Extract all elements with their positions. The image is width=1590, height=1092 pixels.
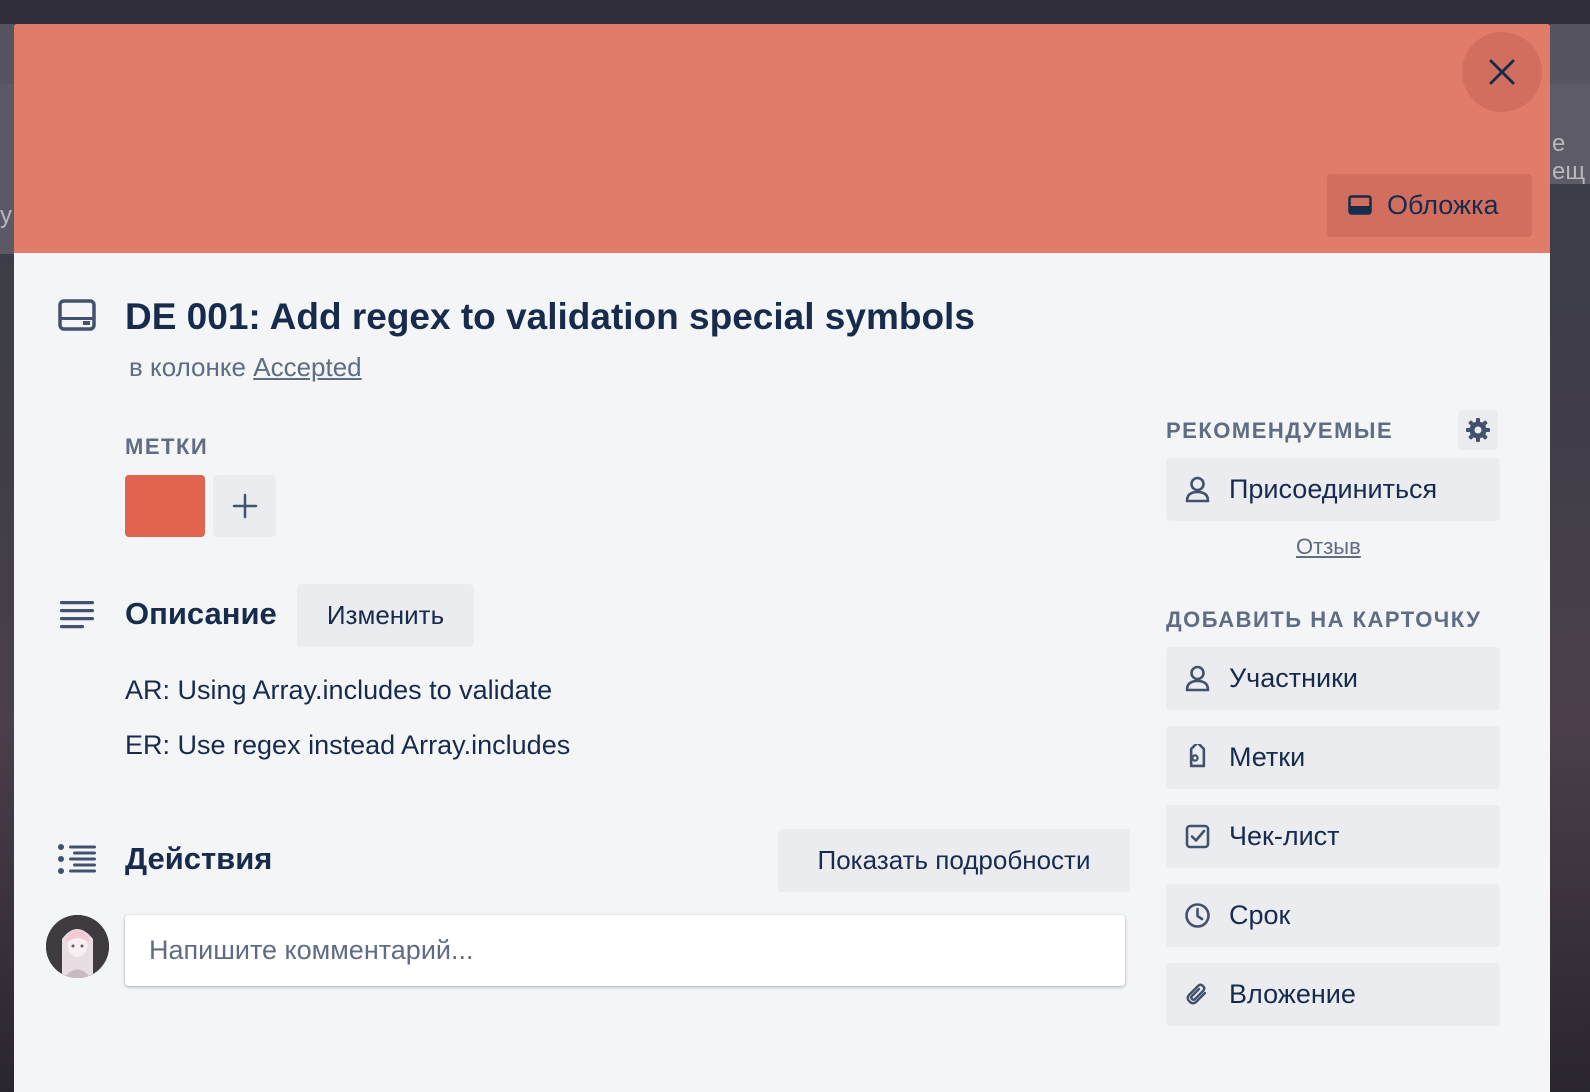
description-heading: Описание: [125, 596, 277, 631]
card-list-info: в колонке Accepted: [129, 352, 362, 383]
checklist-icon: [1185, 824, 1210, 849]
activity-icon: [58, 844, 96, 874]
plus-icon: [232, 493, 257, 519]
board-backdrop-left: [0, 24, 14, 1092]
cover-button-label: Обложка: [1387, 190, 1499, 220]
tag-icon: [1189, 744, 1206, 768]
cover-icon: [1348, 195, 1372, 215]
edit-description-button[interactable]: Изменить: [297, 584, 474, 647]
person-icon: [1185, 665, 1210, 692]
backdrop-text-left: у: [0, 202, 12, 229]
attachment-button[interactable]: Вложение: [1166, 963, 1500, 1026]
add-to-card-heading: Добавить на карточку: [1166, 607, 1482, 632]
in-list-prefix: в колонке: [129, 352, 246, 382]
labels-button-label: Метки: [1229, 742, 1306, 772]
members-button-label: Участники: [1229, 663, 1358, 693]
feedback-link[interactable]: Отзыв: [1296, 534, 1361, 560]
avatar[interactable]: [46, 915, 109, 978]
close-icon: [1489, 59, 1515, 85]
card-title[interactable]: DE 001: Add regex to validation special …: [125, 296, 975, 338]
person-icon: [1185, 476, 1210, 503]
labels-button[interactable]: Метки: [1166, 726, 1500, 789]
board-header-backdrop: [0, 0, 1590, 24]
description-icon: [60, 601, 94, 629]
close-button[interactable]: [1462, 32, 1542, 112]
show-details-button[interactable]: Показать подробности: [778, 829, 1130, 892]
activity-heading: Действия: [125, 841, 273, 876]
card-icon: [58, 299, 96, 331]
list-link[interactable]: Accepted: [253, 352, 361, 382]
checklist-button-label: Чек-лист: [1229, 821, 1340, 851]
description-line-1: AR: Using Array.includes to validate: [125, 675, 553, 705]
cover-button[interactable]: Обложка: [1327, 174, 1532, 237]
add-label-button[interactable]: [213, 475, 276, 537]
backdrop-text-right: е ещ: [1552, 130, 1586, 185]
avatar-image: [46, 915, 109, 978]
label-chip[interactable]: [125, 475, 205, 537]
comment-placeholder: Напишите комментарий...: [149, 935, 474, 965]
suggested-heading: Рекомендуемые: [1166, 418, 1394, 443]
suggested-settings-button[interactable]: [1458, 410, 1498, 450]
paperclip-icon: [1186, 983, 1207, 1005]
due-date-button[interactable]: Срок: [1166, 884, 1500, 947]
comment-input[interactable]: Напишите комментарий...: [125, 915, 1125, 986]
labels-heading: Метки: [125, 434, 209, 459]
description-line-2: ER: Use regex instead Array.includes: [125, 730, 571, 760]
clock-icon: [1185, 903, 1210, 928]
join-button[interactable]: Присоединиться: [1166, 458, 1500, 521]
gear-icon: [1466, 418, 1490, 442]
checklist-button[interactable]: Чек-лист: [1166, 805, 1500, 868]
due-date-button-label: Срок: [1229, 900, 1291, 930]
members-button[interactable]: Участники: [1166, 647, 1500, 710]
card-detail-modal: Обложка DE 001: Add regex to validation …: [14, 24, 1550, 1092]
join-button-label: Присоединиться: [1229, 474, 1438, 504]
card-cover: Обложка: [14, 24, 1550, 253]
attachment-button-label: Вложение: [1229, 979, 1356, 1009]
